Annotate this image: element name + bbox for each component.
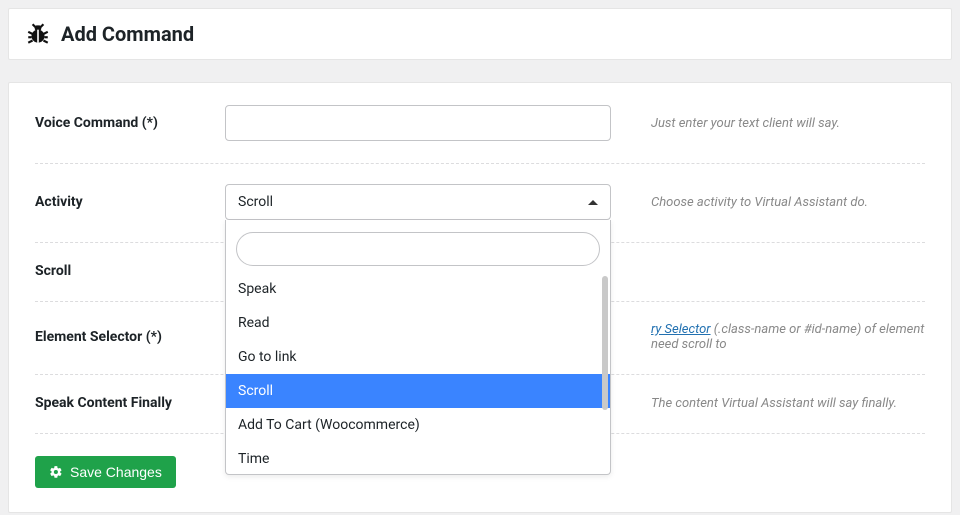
activity-option[interactable]: Go to link (226, 340, 610, 374)
label-voice-command: Voice Command (*) (35, 115, 225, 131)
activity-dropdown: SpeakReadGo to linkScrollAdd To Cart (Wo… (225, 220, 611, 475)
page-header: Add Command (8, 8, 952, 60)
row-voice-command: Voice Command (*) Just enter your text c… (35, 105, 925, 164)
page-title: Add Command (61, 22, 194, 46)
scrollbar[interactable] (602, 276, 608, 410)
hint-voice-command: Just enter your text client will say. (611, 116, 925, 131)
activity-options-list: SpeakReadGo to linkScrollAdd To Cart (Wo… (226, 272, 610, 472)
jquery-selector-link[interactable]: ry Selector (651, 322, 711, 337)
form-container: Voice Command (*) Just enter your text c… (8, 82, 952, 513)
label-scroll: Scroll (35, 263, 225, 279)
voice-command-input[interactable] (225, 105, 611, 141)
hint-element-selector: ry Selector (.class-name or #id-name) of… (611, 322, 925, 352)
activity-option[interactable]: Speak (226, 272, 610, 306)
label-element-selector: Element Selector (*) (35, 329, 225, 345)
row-activity: Activity Scroll SpeakReadGo to linkScrol… (35, 164, 925, 243)
label-activity: Activity (35, 194, 225, 210)
bug-icon (25, 21, 51, 47)
activity-option[interactable]: Read (226, 306, 610, 340)
label-speak-finally: Speak Content Finally (35, 395, 225, 411)
gear-icon (49, 465, 63, 479)
chevron-up-icon (588, 200, 598, 205)
activity-option[interactable]: Scroll (226, 374, 610, 408)
activity-selected-value: Scroll (238, 194, 273, 210)
save-button-label: Save Changes (70, 464, 162, 480)
activity-option[interactable]: Add To Cart (Woocommerce) (226, 408, 610, 442)
save-button[interactable]: Save Changes (35, 456, 176, 488)
activity-option[interactable]: Time (226, 442, 610, 472)
hint-activity: Choose activity to Virtual Assistant do. (611, 195, 925, 210)
activity-select[interactable]: Scroll (225, 184, 611, 220)
hint-speak-finally: The content Virtual Assistant will say f… (611, 396, 925, 411)
activity-dropdown-search[interactable] (236, 232, 600, 266)
